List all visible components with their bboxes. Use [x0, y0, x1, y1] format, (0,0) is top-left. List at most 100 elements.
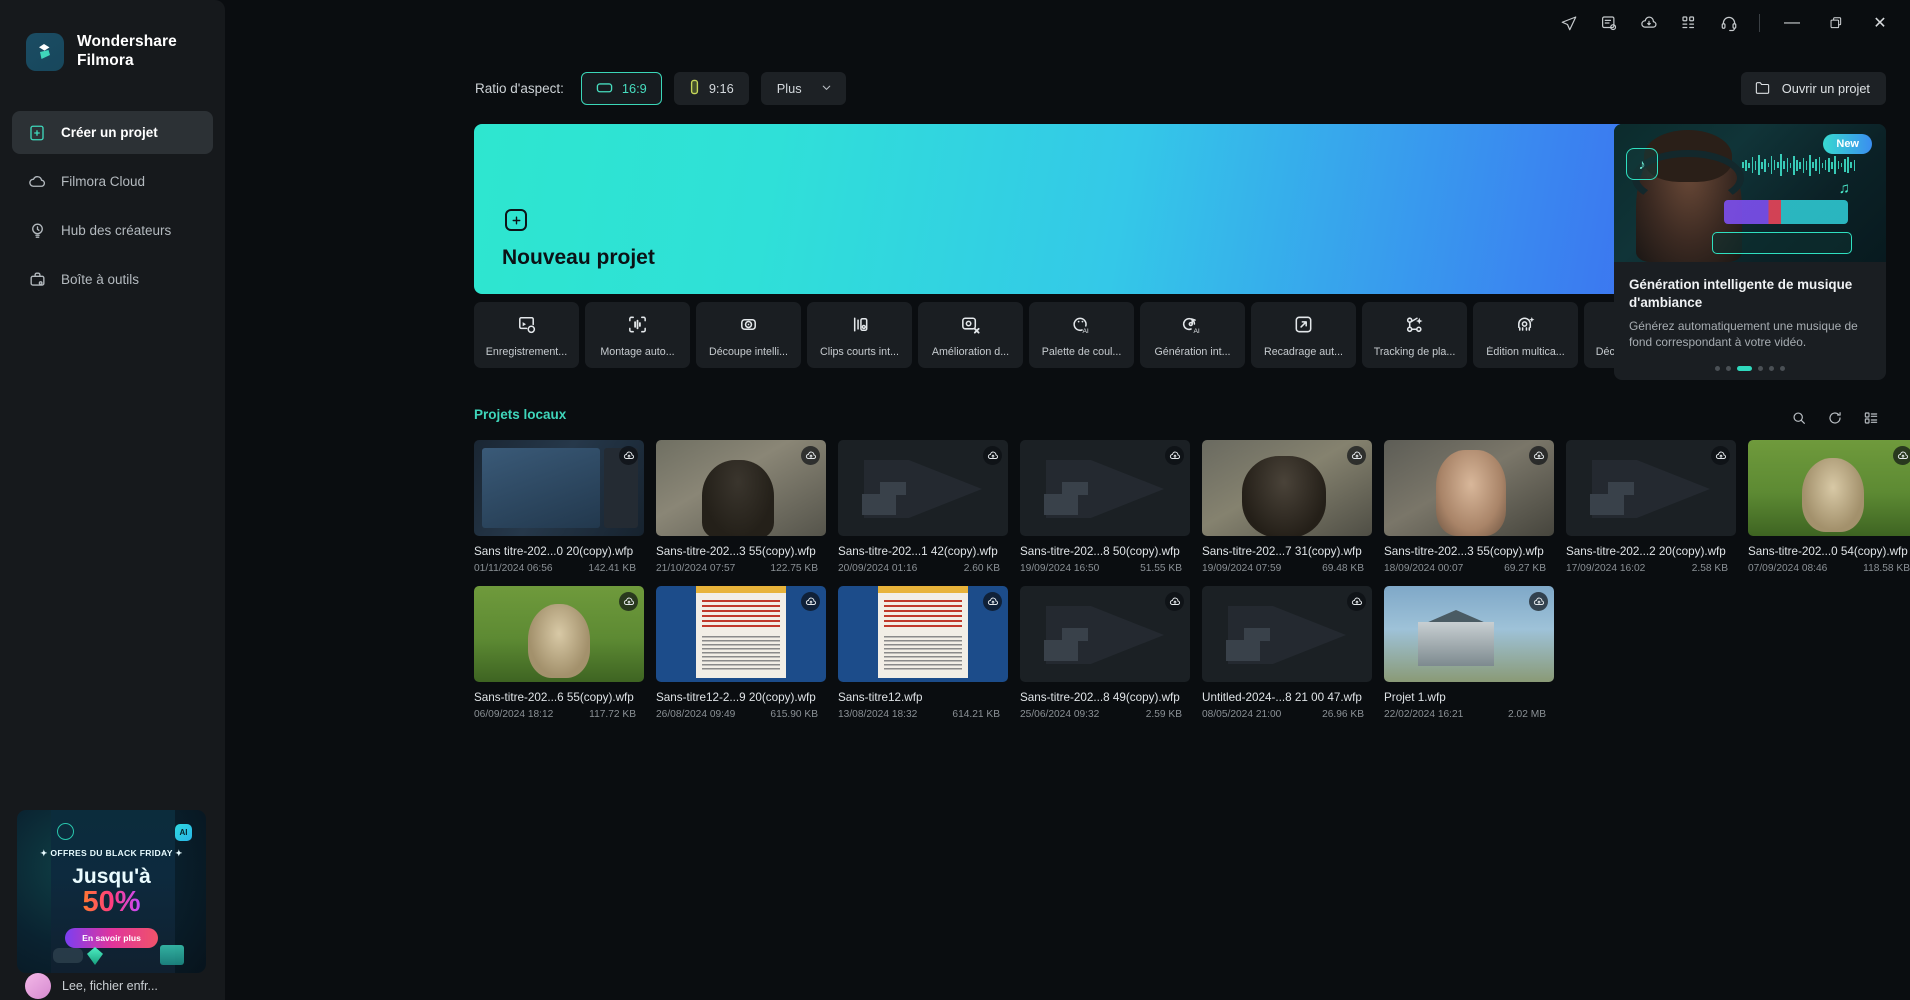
project-thumbnail — [1384, 586, 1554, 682]
list-view-icon[interactable] — [1856, 404, 1886, 432]
project-card[interactable]: Sans-titre-202...6 55(copy).wfp 06/09/20… — [474, 586, 644, 720]
cloud-upload-icon[interactable] — [1711, 446, 1730, 465]
send-feedback-icon[interactable] — [1549, 6, 1589, 40]
project-meta: 26/08/2024 09:49 615.90 KB — [656, 709, 826, 720]
brand-name-line2: Filmora — [77, 52, 134, 69]
tool-tracking-de-plan[interactable]: Tracking de pla... — [1362, 302, 1467, 368]
project-card[interactable]: Sans-titre-202...1 42(copy).wfp 20/09/20… — [838, 440, 1008, 574]
carousel-dot[interactable] — [1758, 366, 1763, 371]
placeholder-image-icon — [1220, 600, 1354, 670]
tool-enregistrement[interactable]: Enregistrement... — [474, 302, 579, 368]
project-card[interactable]: Sans titre-202...0 20(copy).wfp 01/11/20… — [474, 440, 644, 574]
minimize-button[interactable]: — — [1770, 6, 1814, 40]
search-icon[interactable] — [1784, 404, 1814, 432]
tool-label: Tracking de pla... — [1373, 345, 1456, 358]
black-friday-promo-banner[interactable]: AI ✦ OFFRES DU BLACK FRIDAY ✦ Jusqu'à 50… — [17, 810, 206, 973]
cloud-sync-icon[interactable] — [1629, 6, 1669, 40]
sidebar-item-creer-un-projet[interactable]: Créer un projet — [12, 111, 213, 154]
cloud-upload-icon[interactable] — [983, 446, 1002, 465]
tool-clips-courts[interactable]: Clips courts int... — [807, 302, 912, 368]
sidebar: Wondershare Filmora Créer un projet Film… — [0, 0, 225, 1000]
sidebar-item-hub-des-createurs[interactable]: Hub des créateurs — [12, 209, 213, 252]
cloud-upload-icon[interactable] — [1529, 592, 1548, 611]
tool-decoupe-intelligente[interactable]: Découpe intelli... — [696, 302, 801, 368]
project-card[interactable]: Sans-titre12.wfp 13/08/2024 18:32 614.21… — [838, 586, 1008, 720]
account-row[interactable]: Lee, fichier enfr... — [17, 966, 206, 1000]
project-date: 20/09/2024 01:16 — [838, 563, 918, 574]
tool-label: Montage auto... — [600, 345, 675, 358]
cloud-upload-icon[interactable] — [983, 592, 1002, 611]
promo-cta-button[interactable]: En savoir plus — [65, 928, 158, 948]
refresh-icon[interactable] — [1820, 404, 1850, 432]
aspect-ratio-16-9-label: 16:9 — [621, 81, 647, 96]
carousel-dot[interactable] — [1726, 366, 1731, 371]
tool-recadrage-auto[interactable]: Recadrage aut... — [1251, 302, 1356, 368]
aspect-ratio-more-dropdown[interactable]: Plus — [760, 72, 846, 105]
project-name: Sans-titre-202...8 50(copy).wfp — [1020, 545, 1180, 558]
carousel-dot[interactable] — [1780, 366, 1785, 371]
projects-section-actions — [1784, 404, 1886, 432]
promo-title: ✦ OFFRES DU BLACK FRIDAY ✦ — [40, 848, 183, 858]
tool-edition-multicam[interactable]: Édition multica... — [1473, 302, 1578, 368]
project-date: 01/11/2024 06:56 — [474, 563, 553, 574]
carousel-dot[interactable] — [1715, 366, 1720, 371]
sidebar-item-label: Filmora Cloud — [61, 174, 146, 189]
cloud-upload-icon[interactable] — [801, 592, 820, 611]
sidebar-nav: Créer un projet Filmora Cloud Hub des cr… — [0, 111, 225, 301]
project-card[interactable]: Sans-titre-202...3 55(copy).wfp 18/09/20… — [1384, 440, 1554, 574]
project-card[interactable]: Sans-titre-202...8 49(copy).wfp 25/06/20… — [1020, 586, 1190, 720]
tool-palette-de-couleurs[interactable]: AI Palette de coul... — [1029, 302, 1134, 368]
cloud-upload-icon[interactable] — [619, 446, 638, 465]
project-card[interactable]: Projet 1.wfp 22/02/2024 16:21 2.02 MB — [1384, 586, 1554, 720]
open-project-button[interactable]: Ouvrir un projet — [1740, 72, 1886, 105]
thumbnail-document-page — [696, 590, 786, 678]
cloud-upload-icon[interactable] — [1347, 446, 1366, 465]
close-button[interactable]: ✕ — [1858, 6, 1902, 40]
promo-card-image: ♪ ♫ New — [1614, 124, 1886, 262]
project-name: Untitled-2024-...8 21 00 47.wfp — [1202, 691, 1362, 704]
project-date: 18/09/2024 00:07 — [1384, 563, 1464, 574]
project-card[interactable]: Sans-titre12-2...9 20(copy).wfp 26/08/20… — [656, 586, 826, 720]
portrait-icon — [689, 79, 700, 98]
support-headset-icon[interactable] — [1709, 6, 1749, 40]
project-date: 26/08/2024 09:49 — [656, 709, 736, 720]
project-card[interactable]: Untitled-2024-...8 21 00 47.wfp 08/05/20… — [1202, 586, 1372, 720]
aspect-ratio-9-16-button[interactable]: 9:16 — [673, 72, 749, 105]
landscape-icon — [596, 81, 613, 97]
tasks-icon[interactable] — [1589, 6, 1629, 40]
project-card[interactable]: Sans-titre-202...2 20(copy).wfp 17/09/20… — [1566, 440, 1736, 574]
cloud-upload-icon[interactable] — [1893, 446, 1910, 465]
tool-amelioration[interactable]: Amélioration d... — [918, 302, 1023, 368]
cloud-upload-icon[interactable] — [1347, 592, 1366, 611]
maximize-button[interactable] — [1814, 6, 1858, 40]
project-card[interactable]: Sans-titre-202...0 54(copy).wfp 07/09/20… — [1748, 440, 1910, 574]
cloud-upload-icon[interactable] — [619, 592, 638, 611]
sidebar-item-filmora-cloud[interactable]: Filmora Cloud — [12, 160, 213, 203]
project-name: Sans-titre-202...0 54(copy).wfp — [1748, 545, 1908, 558]
project-size: 2.60 KB — [963, 563, 1000, 574]
carousel-dot[interactable] — [1769, 366, 1774, 371]
placeholder-image-icon — [1038, 454, 1172, 524]
sidebar-item-boite-a-outils[interactable]: Boîte à outils — [12, 258, 213, 301]
cloud-upload-icon[interactable] — [801, 446, 820, 465]
project-meta: 06/09/2024 18:12 117.72 KB — [474, 709, 644, 720]
toolbox-icon — [27, 270, 47, 290]
tool-label: Palette de coul... — [1041, 345, 1122, 358]
cloud-upload-icon[interactable] — [1165, 592, 1184, 611]
tool-generation-intelligente[interactable]: AI Génération int... — [1140, 302, 1245, 368]
apps-grid-icon[interactable] — [1669, 6, 1709, 40]
aspect-ratio-16-9-button[interactable]: 16:9 — [580, 72, 662, 105]
screen-record-icon — [515, 313, 538, 337]
feature-promo-card[interactable]: ♪ ♫ New Génération intelligente de musiq… — [1614, 124, 1886, 380]
promo-discount: 50% — [82, 886, 141, 918]
promo-card-description: Générez automatiquement une musique de f… — [1629, 318, 1858, 349]
carousel-dot-active[interactable] — [1737, 366, 1752, 371]
tool-montage-auto[interactable]: Montage auto... — [585, 302, 690, 368]
project-card[interactable]: Sans-titre-202...7 31(copy).wfp 19/09/20… — [1202, 440, 1372, 574]
cloud-upload-icon[interactable] — [1165, 446, 1184, 465]
project-size: 26.96 KB — [1322, 709, 1364, 720]
project-card[interactable]: Sans-titre-202...8 50(copy).wfp 19/09/20… — [1020, 440, 1190, 574]
cloud-upload-icon[interactable] — [1529, 446, 1548, 465]
project-card[interactable]: Sans-titre-202...3 55(copy).wfp 21/10/20… — [656, 440, 826, 574]
project-size: 51.55 KB — [1140, 563, 1182, 574]
